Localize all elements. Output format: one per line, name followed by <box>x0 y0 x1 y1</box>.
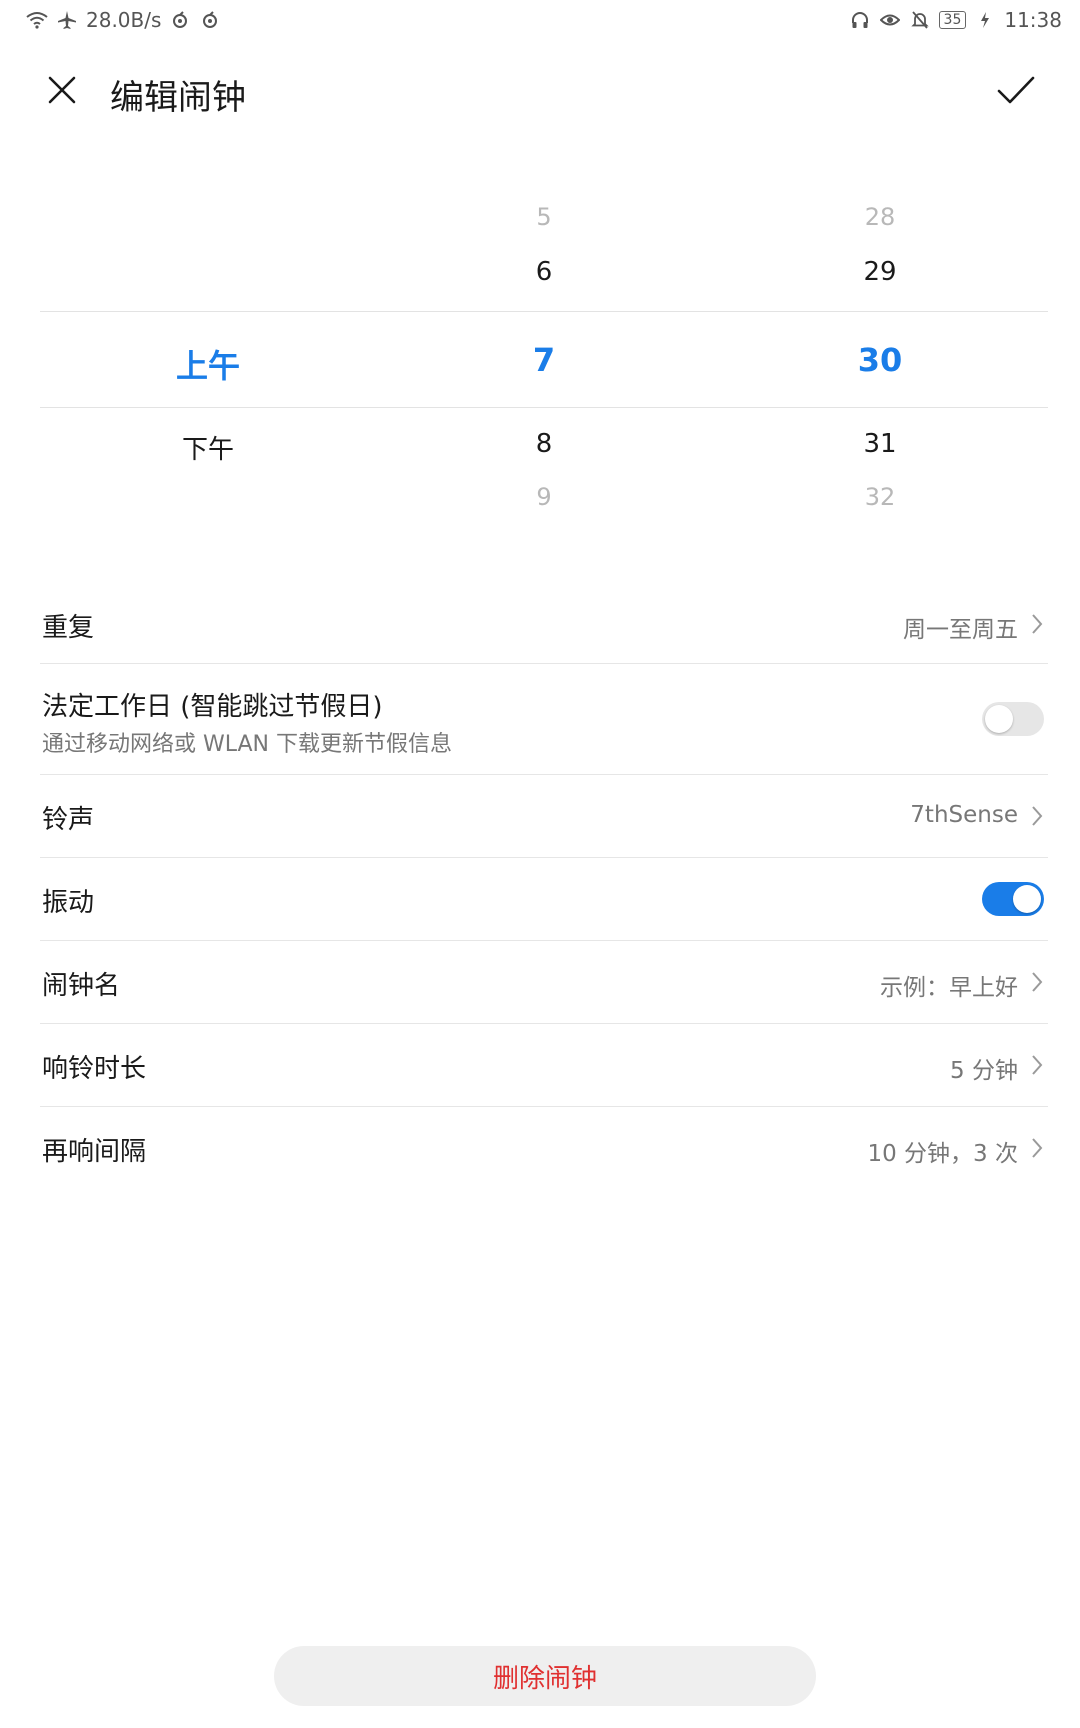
confirm-button[interactable] <box>992 70 1040 114</box>
toggle-knob <box>1013 885 1041 913</box>
snooze-label: 再响间隔 <box>42 1137 147 1167</box>
delete-alarm-button[interactable]: 删除闹钟 <box>274 1646 816 1706</box>
vibrate-toggle[interactable] <box>982 882 1044 916</box>
chevron-right-icon <box>1028 804 1046 828</box>
close-button[interactable] <box>40 70 84 114</box>
vibrate-label: 振动 <box>42 888 95 918</box>
bell-muted-icon <box>909 9 931 31</box>
check-icon <box>997 76 1035 108</box>
hour-wheel[interactable]: 5 6 7 8 9 <box>376 185 712 525</box>
battery-indicator: 35 <box>938 11 967 29</box>
headphones-icon <box>849 9 871 31</box>
ring-duration-label: 响铃时长 <box>42 1054 147 1084</box>
snooze-row[interactable]: 再响间隔 10 分钟，3 次 <box>40 1107 1048 1189</box>
snooze-value: 10 分钟，3 次 <box>867 1141 1018 1167</box>
ampm-selected[interactable]: 上午 <box>40 341 376 387</box>
ring-duration-value: 5 分钟 <box>950 1058 1018 1084</box>
repeat-label: 重复 <box>42 613 95 643</box>
minute-wheel[interactable]: 28 29 30 31 32 <box>712 185 1048 525</box>
ringtone-row[interactable]: 铃声 7thSense <box>40 775 1048 858</box>
hour-selected[interactable]: 7 <box>376 341 712 379</box>
close-icon <box>47 75 77 109</box>
hour-option[interactable]: 5 <box>376 203 712 231</box>
minute-option[interactable]: 32 <box>712 483 1048 511</box>
ringtone-label: 铃声 <box>42 805 95 835</box>
alarm-name-value: 示例：早上好 <box>880 975 1018 1001</box>
hour-option[interactable]: 9 <box>376 483 712 511</box>
vibrate-row[interactable]: 振动 <box>40 858 1048 941</box>
ring-duration-row[interactable]: 响铃时长 5 分钟 <box>40 1024 1048 1107</box>
chevron-right-icon <box>1028 1136 1046 1160</box>
ringtone-value: 7thSense <box>910 802 1018 828</box>
status-right: 35 11:38 <box>849 8 1062 32</box>
eye-comfort-icon <box>879 9 901 31</box>
net-speed: 28.0B/s <box>86 8 162 32</box>
status-time: 11:38 <box>1004 8 1062 32</box>
minute-option[interactable]: 28 <box>712 203 1048 231</box>
workday-label: 法定工作日 (智能跳过节假日) <box>42 692 383 722</box>
minute-option[interactable]: 29 <box>712 257 1048 287</box>
notification-app-icon-2 <box>199 9 221 31</box>
settings-list: 重复 周一至周五 法定工作日 (智能跳过节假日) 通过移动网络或 WLAN 下载… <box>40 585 1048 1189</box>
time-picker: 上午 下午 5 6 7 8 9 28 29 30 31 32 <box>40 185 1048 525</box>
ampm-wheel[interactable]: 上午 下午 <box>40 185 376 525</box>
alarm-name-label: 闹钟名 <box>42 971 121 1001</box>
chevron-right-icon <box>1028 612 1046 636</box>
status-left: 28.0B/s <box>26 8 221 32</box>
app-bar: 编辑闹钟 <box>0 60 1080 120</box>
chevron-right-icon <box>1028 1053 1046 1077</box>
chevron-right-icon <box>1028 970 1046 994</box>
repeat-value: 周一至周五 <box>903 617 1018 643</box>
minute-option[interactable]: 31 <box>712 429 1048 459</box>
ampm-option[interactable]: 下午 <box>40 429 376 466</box>
toggle-knob <box>985 705 1013 733</box>
page-title: 编辑闹钟 <box>110 78 246 118</box>
repeat-row[interactable]: 重复 周一至周五 <box>40 585 1048 664</box>
notification-app-icon <box>169 9 191 31</box>
workday-toggle[interactable] <box>982 702 1044 736</box>
status-bar: 28.0B/s 35 11:38 <box>0 0 1080 44</box>
alarm-name-row[interactable]: 闹钟名 示例：早上好 <box>40 941 1048 1024</box>
hour-option[interactable]: 6 <box>376 257 712 287</box>
airplane-icon <box>56 9 78 31</box>
workday-row[interactable]: 法定工作日 (智能跳过节假日) 通过移动网络或 WLAN 下载更新节假信息 <box>40 664 1048 775</box>
minute-selected[interactable]: 30 <box>712 341 1048 379</box>
wifi-icon <box>26 9 48 31</box>
workday-description: 通过移动网络或 WLAN 下载更新节假信息 <box>42 732 453 757</box>
hour-option[interactable]: 8 <box>376 429 712 459</box>
charging-icon <box>974 9 996 31</box>
